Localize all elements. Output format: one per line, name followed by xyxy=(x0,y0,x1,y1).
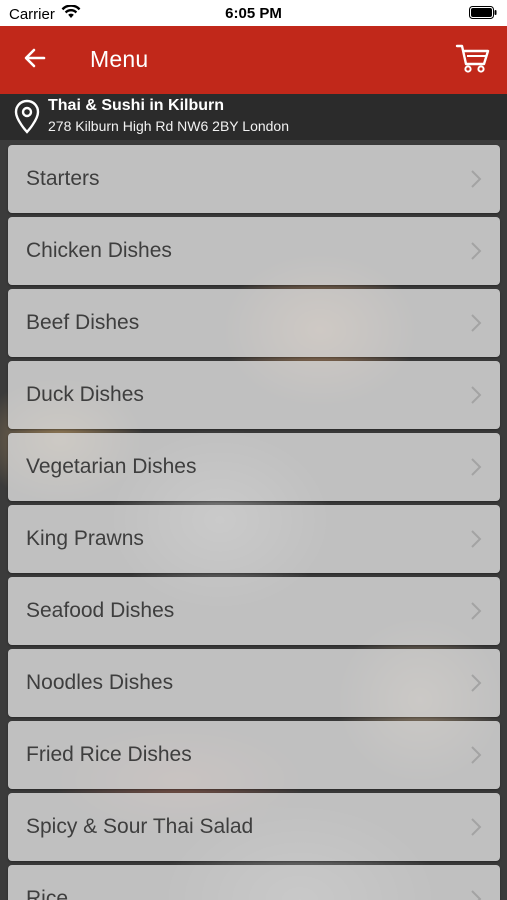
chevron-right-icon xyxy=(470,529,482,549)
restaurant-address: 278 Kilburn High Rd NW6 2BY London xyxy=(48,118,290,134)
chevron-right-icon xyxy=(470,385,482,405)
app-header: Menu xyxy=(0,26,507,94)
menu-item-chicken-dishes[interactable]: Chicken Dishes xyxy=(8,217,500,285)
back-button[interactable] xyxy=(18,43,52,77)
chevron-right-icon xyxy=(470,817,482,837)
chevron-right-icon xyxy=(470,673,482,693)
chevron-right-icon xyxy=(470,313,482,333)
menu-item-label: Seafood Dishes xyxy=(26,599,175,622)
menu-item-label: Rice xyxy=(26,887,69,900)
menu-item-noodles-dishes[interactable]: Noodles Dishes xyxy=(8,649,500,717)
menu-item-starters[interactable]: Starters xyxy=(8,145,500,213)
menu-item-label: Spicy & Sour Thai Salad xyxy=(26,815,254,838)
menu-item-seafood-dishes[interactable]: Seafood Dishes xyxy=(8,577,500,645)
menu-item-fried-rice-dishes[interactable]: Fried Rice Dishes xyxy=(8,721,500,789)
chevron-right-icon xyxy=(470,457,482,477)
arrow-left-icon xyxy=(24,48,46,73)
location-bar: Thai & Sushi in Kilburn 278 Kilburn High… xyxy=(0,94,507,140)
menu-item-label: Noodles Dishes xyxy=(26,671,174,694)
menu-item-vegetarian-dishes[interactable]: Vegetarian Dishes xyxy=(8,433,500,501)
status-time: 6:05 PM xyxy=(225,5,282,22)
page-title: Menu xyxy=(90,46,149,72)
location-pin-icon xyxy=(14,99,40,140)
cart-button[interactable] xyxy=(455,42,493,76)
chevron-right-icon xyxy=(470,169,482,189)
battery-icon xyxy=(469,6,497,24)
menu-item-label: Vegetarian Dishes xyxy=(26,455,197,478)
menu-item-label: Beef Dishes xyxy=(26,311,140,334)
app-screen: Carrier 6:05 PM Menu Thai & Sushi in Kil… xyxy=(0,0,507,900)
restaurant-name: Thai & Sushi in Kilburn xyxy=(48,97,224,114)
menu-category-list: Starters Chicken Dishes Beef Dishes Duck… xyxy=(8,145,500,900)
menu-item-label: Starters xyxy=(26,167,100,190)
menu-item-label: Chicken Dishes xyxy=(26,239,172,262)
menu-item-beef-dishes[interactable]: Beef Dishes xyxy=(8,289,500,357)
chevron-right-icon xyxy=(470,889,482,900)
chevron-right-icon xyxy=(470,601,482,621)
status-bar: Carrier 6:05 PM xyxy=(0,0,507,26)
menu-item-label: Duck Dishes xyxy=(26,383,144,406)
chevron-right-icon xyxy=(470,241,482,261)
menu-item-king-prawns[interactable]: King Prawns xyxy=(8,505,500,573)
menu-item-duck-dishes[interactable]: Duck Dishes xyxy=(8,361,500,429)
menu-item-label: King Prawns xyxy=(26,527,144,550)
menu-item-label: Fried Rice Dishes xyxy=(26,743,192,766)
menu-item-spicy-sour-thai-salad[interactable]: Spicy & Sour Thai Salad xyxy=(8,793,500,861)
cart-icon xyxy=(455,44,491,78)
menu-item-rice[interactable]: Rice xyxy=(8,865,500,900)
chevron-right-icon xyxy=(470,745,482,765)
